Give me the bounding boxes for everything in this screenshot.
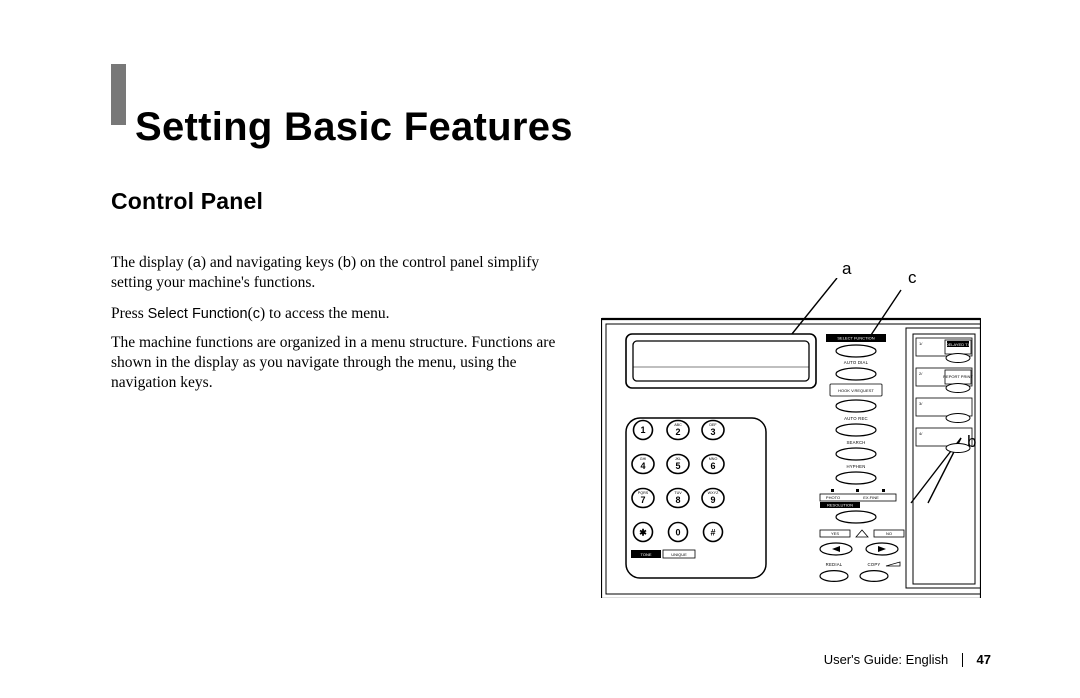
- svg-text:#: #: [710, 528, 715, 538]
- svg-text:TONE: TONE: [640, 552, 651, 557]
- chapter-title: Setting Basic Features: [135, 105, 573, 150]
- footer-separator: [962, 653, 963, 667]
- svg-text:8: 8: [675, 495, 680, 505]
- svg-text:GHI: GHI: [640, 457, 647, 461]
- svg-text:RESOLUTION: RESOLUTION: [827, 503, 853, 508]
- svg-text:✱: ✱: [639, 528, 647, 538]
- svg-text:SEARCH: SEARCH: [846, 440, 865, 445]
- svg-text:4/: 4/: [919, 431, 923, 436]
- page-footer: User's Guide: English 47: [824, 652, 991, 667]
- function-buttons: SELECT FUNCTION AUTO DIAL HOOK V.REQUEST…: [820, 334, 904, 581]
- svg-text:0: 0: [675, 528, 680, 538]
- svg-text:YES: YES: [831, 531, 839, 536]
- svg-text:4: 4: [640, 461, 645, 471]
- svg-text:7: 7: [640, 495, 645, 505]
- svg-text:PHOTO: PHOTO: [826, 495, 840, 500]
- svg-text:1: 1: [640, 425, 645, 435]
- page-number: 47: [977, 652, 991, 667]
- paragraph-1: The display (a) and navigating keys (b) …: [111, 253, 581, 293]
- paragraph-2: Press Select Function(c) to access the m…: [111, 304, 581, 324]
- svg-text:NO: NO: [886, 531, 892, 536]
- manual-page: Setting Basic Features Control Panel The…: [0, 0, 1080, 698]
- keypad: 1 ABC 2 DEF 3 GHI 4: [631, 421, 724, 559]
- svg-text:ABC: ABC: [674, 423, 682, 427]
- svg-text:REPORT PRINT: REPORT PRINT: [943, 374, 973, 379]
- svg-text:DEF: DEF: [709, 423, 717, 427]
- svg-text:JKL: JKL: [675, 457, 681, 461]
- svg-text:UNIQUE: UNIQUE: [671, 552, 687, 557]
- svg-text:MNO: MNO: [709, 457, 718, 461]
- svg-text:TUV: TUV: [674, 491, 682, 495]
- svg-text:AUTO DIAL: AUTO DIAL: [844, 360, 869, 365]
- svg-text:SELECT FUNCTION: SELECT FUNCTION: [837, 336, 874, 341]
- svg-text:REDIAL: REDIAL: [826, 562, 843, 567]
- paragraph-3: The machine functions are organized in a…: [111, 333, 581, 392]
- footer-text: User's Guide: English: [824, 652, 949, 667]
- svg-text:COPY: COPY: [868, 562, 881, 567]
- chapter-marker: [111, 64, 126, 125]
- svg-text:2/: 2/: [919, 371, 923, 376]
- svg-text:WXYZ: WXYZ: [708, 491, 719, 495]
- svg-text:AUTO REC: AUTO REC: [844, 416, 868, 421]
- svg-text:HOOK V.REQUEST: HOOK V.REQUEST: [838, 388, 874, 393]
- svg-text:EX.FINE: EX.FINE: [863, 495, 879, 500]
- svg-text:1/: 1/: [919, 341, 923, 346]
- svg-text:6: 6: [710, 461, 715, 471]
- svg-text:PQRS: PQRS: [638, 491, 649, 495]
- svg-text:3: 3: [710, 427, 715, 437]
- svg-text:2: 2: [675, 427, 680, 437]
- svg-text:5: 5: [675, 461, 680, 471]
- callout-a: a: [842, 259, 851, 279]
- svg-text:3/: 3/: [919, 401, 923, 406]
- control-panel-illustration: 1 ABC 2 DEF 3 GHI 4: [601, 278, 981, 598]
- svg-text:DELAYED TX: DELAYED TX: [946, 342, 971, 347]
- svg-text:HYPHEN: HYPHEN: [846, 464, 865, 469]
- svg-text:9: 9: [710, 495, 715, 505]
- section-title: Control Panel: [111, 188, 263, 215]
